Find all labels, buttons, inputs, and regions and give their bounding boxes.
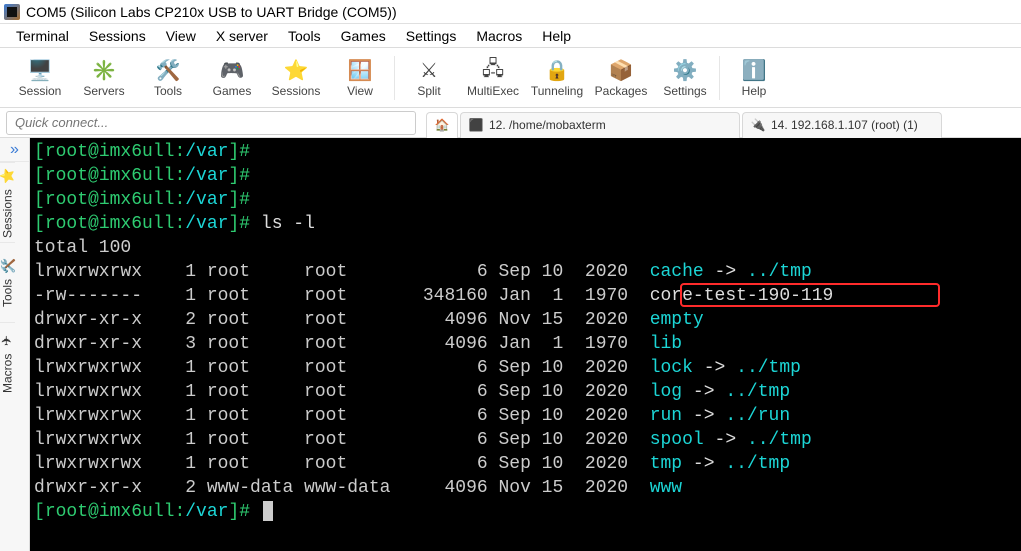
terminal[interactable]: [root@imx6ull:/var]# [root@imx6ull:/var]…	[30, 138, 1021, 551]
quick-connect-input[interactable]	[6, 111, 416, 135]
tool-view[interactable]: 🪟View	[328, 52, 392, 104]
tool-label: Games	[213, 84, 252, 98]
toolbar-separator	[394, 56, 395, 100]
sidebar-tab-label: Macros	[1, 353, 15, 392]
ls-row: drwxr-xr-x 2 www-data www-data 4096 Nov …	[34, 476, 1017, 500]
session-icon: 🖥️	[27, 58, 53, 84]
terminal-icon: ⬛	[469, 118, 483, 132]
tool-help[interactable]: ℹ️Help	[722, 52, 786, 104]
ls-row: lrwxrwxrwx 1 root root 6 Sep 10 2020 cac…	[34, 260, 1017, 284]
view-icon: 🪟	[347, 58, 373, 84]
tool-sessions[interactable]: ⭐Sessions	[264, 52, 328, 104]
servers-icon: ✳️	[91, 58, 117, 84]
tool-packages[interactable]: 📦Packages	[589, 52, 653, 104]
tool-games[interactable]: 🎮Games	[200, 52, 264, 104]
tool-label: Packages	[595, 84, 648, 98]
menu-terminal[interactable]: Terminal	[6, 26, 79, 46]
sidebar: » Sessions ⭐ Tools 🛠️ Macros ✈	[0, 138, 30, 551]
tool-label: Tunneling	[531, 84, 583, 98]
tool-servers[interactable]: ✳️Servers	[72, 52, 136, 104]
tool-settings[interactable]: ⚙️Settings	[653, 52, 717, 104]
menu-sessions[interactable]: Sessions	[79, 26, 156, 46]
multiexec-icon: 🖧	[480, 58, 506, 84]
games-icon: 🎮	[219, 58, 245, 84]
command-line: [root@imx6ull:/var]# ls -l	[34, 212, 1017, 236]
menu-macros[interactable]: Macros	[466, 26, 532, 46]
tools-icon: 🛠️	[0, 258, 15, 273]
sessions-icon: ⭐	[283, 58, 309, 84]
menu-help[interactable]: Help	[532, 26, 581, 46]
window-title: COM5 (Silicon Labs CP210x USB to UART Br…	[26, 4, 397, 20]
quickbar: 🏠 ⬛ 12. /home/mobaxterm 🔌 14. 192.168.1.…	[0, 108, 1021, 138]
sidebar-tab-label: Sessions	[1, 189, 15, 238]
tool-label: Settings	[663, 84, 706, 98]
tab-session-14[interactable]: 🔌 14. 192.168.1.107 (root) (1)	[742, 112, 942, 138]
prompt-line: [root@imx6ull:/var]#	[34, 188, 1017, 212]
settings-icon: ⚙️	[672, 58, 698, 84]
plug-icon: 🔌	[751, 118, 765, 132]
ls-row: drwxr-xr-x 3 root root 4096 Jan 1 1970 l…	[34, 332, 1017, 356]
tool-label: Tools	[154, 84, 182, 98]
ls-row: lrwxrwxrwx 1 root root 6 Sep 10 2020 log…	[34, 380, 1017, 404]
tool-label: View	[347, 84, 373, 98]
sidebar-tab-macros[interactable]: Macros ✈	[0, 322, 15, 402]
ls-row: -rw------- 1 root root 348160 Jan 1 1970…	[34, 284, 1017, 308]
tool-label: Servers	[83, 84, 124, 98]
tool-label: Split	[417, 84, 440, 98]
menu-tools[interactable]: Tools	[278, 26, 331, 46]
workspace: » Sessions ⭐ Tools 🛠️ Macros ✈ [root@imx6ull:…	[0, 138, 1021, 551]
tool-multiexec[interactable]: 🖧MultiExec	[461, 52, 525, 104]
tunneling-icon: 🔒	[544, 58, 570, 84]
sidebar-tab-sessions[interactable]: Sessions ⭐	[0, 162, 15, 242]
prompt-line: [root@imx6ull:/var]#	[34, 140, 1017, 164]
menu-settings[interactable]: Settings	[396, 26, 467, 46]
toolbar-separator	[719, 56, 720, 100]
tabbar: 🏠 ⬛ 12. /home/mobaxterm 🔌 14. 192.168.1.…	[416, 108, 1015, 138]
tools-icon: 🛠️	[155, 58, 181, 84]
tool-tools[interactable]: 🛠️Tools	[136, 52, 200, 104]
macros-icon: ✈	[0, 332, 15, 347]
tab-session-12[interactable]: ⬛ 12. /home/mobaxterm	[460, 112, 740, 138]
tab-home[interactable]: 🏠	[426, 112, 458, 138]
prompt-line: [root@imx6ull:/var]#	[34, 500, 1017, 524]
split-icon: ⚔	[416, 58, 442, 84]
home-icon: 🏠	[435, 118, 449, 132]
tab-label: 12. /home/mobaxterm	[489, 118, 606, 132]
tool-session[interactable]: 🖥️Session	[8, 52, 72, 104]
titlebar: COM5 (Silicon Labs CP210x USB to UART Br…	[0, 0, 1021, 24]
ls-row: lrwxrwxrwx 1 root root 6 Sep 10 2020 run…	[34, 404, 1017, 428]
tool-tunneling[interactable]: 🔒Tunneling	[525, 52, 589, 104]
ls-row: drwxr-xr-x 2 root root 4096 Nov 15 2020 …	[34, 308, 1017, 332]
ls-row: lrwxrwxrwx 1 root root 6 Sep 10 2020 tmp…	[34, 452, 1017, 476]
packages-icon: 📦	[608, 58, 634, 84]
prompt-line: [root@imx6ull:/var]#	[34, 164, 1017, 188]
ls-row: lrwxrwxrwx 1 root root 6 Sep 10 2020 loc…	[34, 356, 1017, 380]
cursor	[263, 501, 273, 521]
tool-label: Help	[742, 84, 767, 98]
ls-row: lrwxrwxrwx 1 root root 6 Sep 10 2020 spo…	[34, 428, 1017, 452]
total-line: total 100	[34, 236, 1017, 260]
tool-split[interactable]: ⚔Split	[397, 52, 461, 104]
app-icon	[4, 4, 20, 20]
sidebar-tab-tools[interactable]: Tools 🛠️	[0, 242, 15, 322]
help-icon: ℹ️	[741, 58, 767, 84]
sidebar-tab-label: Tools	[1, 279, 15, 307]
menubar: TerminalSessionsViewX serverToolsGamesSe…	[0, 24, 1021, 48]
sessions-icon: ⭐	[0, 168, 15, 183]
tool-label: Sessions	[272, 84, 321, 98]
tab-label: 14. 192.168.1.107 (root) (1)	[771, 118, 918, 132]
tool-label: Session	[19, 84, 62, 98]
sidebar-expand[interactable]: »	[0, 138, 29, 162]
menu-view[interactable]: View	[156, 26, 206, 46]
menu-x-server[interactable]: X server	[206, 26, 278, 46]
toolbar: 🖥️Session✳️Servers🛠️Tools🎮Games⭐Sessions…	[0, 48, 1021, 108]
menu-games[interactable]: Games	[331, 26, 396, 46]
tool-label: MultiExec	[467, 84, 519, 98]
